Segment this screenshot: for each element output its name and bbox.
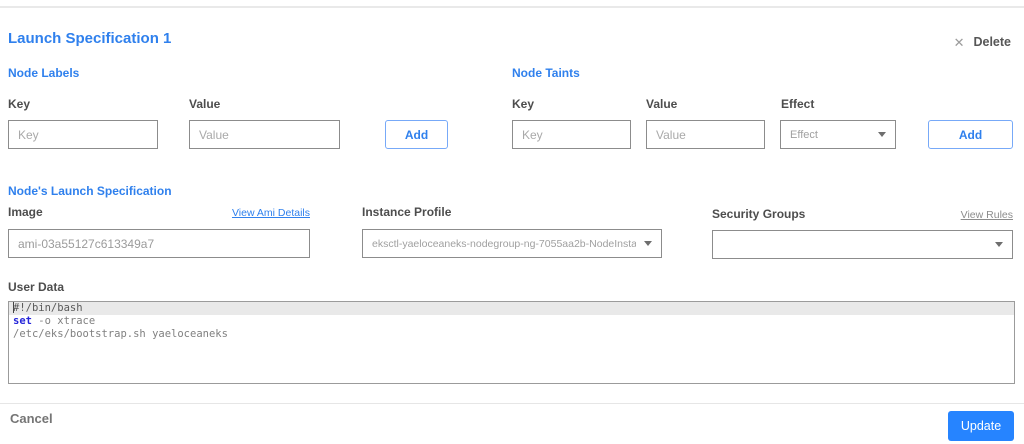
- node-taints-key-input[interactable]: [512, 120, 631, 149]
- security-groups-label-row: Security Groups View Rules: [712, 207, 1013, 221]
- instance-profile-select[interactable]: eksctl-yaeloceaneks-nodegroup-ng-7055aa2…: [362, 229, 662, 258]
- node-taints-key-label: Key: [512, 97, 535, 111]
- cancel-button[interactable]: Cancel: [10, 411, 53, 426]
- user-data-label: User Data: [8, 280, 65, 294]
- node-taints-heading: Node Taints: [512, 66, 580, 80]
- page-title: Launch Specification 1: [8, 30, 172, 47]
- image-input[interactable]: [8, 229, 310, 258]
- security-groups-label: Security Groups: [712, 207, 806, 221]
- launch-specification-panel: Launch Specification 1 ✕ Delete Node Lab…: [0, 0, 1024, 444]
- instance-profile-label: Instance Profile: [362, 205, 452, 219]
- launch-spec-heading: Node's Launch Specification: [8, 184, 172, 198]
- view-rules-link[interactable]: View Rules: [961, 209, 1013, 221]
- security-groups-select[interactable]: [712, 230, 1013, 259]
- delete-button[interactable]: ✕ Delete: [954, 35, 1011, 49]
- node-taints-effect-select[interactable]: Effect: [780, 120, 896, 149]
- chevron-down-icon: [644, 241, 652, 246]
- view-ami-details-link[interactable]: View Ami Details: [232, 207, 310, 219]
- update-button[interactable]: Update: [948, 411, 1014, 441]
- footer-divider: [0, 403, 1024, 404]
- close-x-icon: ✕: [953, 34, 965, 50]
- code-line-2: set -o xtrace: [13, 315, 96, 327]
- code-line-3: /etc/eks/bootstrap.sh yaeloceaneks: [13, 328, 228, 340]
- node-labels-key-label: Key: [8, 97, 31, 111]
- node-labels-add-button[interactable]: Add: [385, 120, 448, 149]
- node-labels-value-label: Value: [189, 97, 221, 111]
- top-divider: [0, 6, 1024, 8]
- node-labels-value-input[interactable]: [189, 120, 340, 149]
- image-label-row: Image View Ami Details: [8, 205, 310, 219]
- image-label: Image: [8, 205, 43, 219]
- user-data-editor[interactable]: #!/bin/bash set -o xtrace /etc/eks/boots…: [8, 301, 1015, 384]
- node-taints-value-input[interactable]: [646, 120, 765, 149]
- node-labels-heading: Node Labels: [8, 66, 80, 80]
- node-taints-effect-label: Effect: [781, 97, 815, 111]
- effect-select-placeholder: Effect: [790, 128, 818, 141]
- node-taints-add-button[interactable]: Add: [928, 120, 1013, 149]
- instance-profile-value: eksctl-yaeloceaneks-nodegroup-ng-7055aa2…: [372, 237, 636, 250]
- chevron-down-icon: [878, 132, 886, 137]
- node-labels-key-input[interactable]: [8, 120, 158, 149]
- code-line-1: #!/bin/bash: [9, 302, 1014, 315]
- delete-button-label: Delete: [973, 35, 1011, 49]
- chevron-down-icon: [995, 242, 1003, 247]
- node-taints-value-label: Value: [646, 97, 678, 111]
